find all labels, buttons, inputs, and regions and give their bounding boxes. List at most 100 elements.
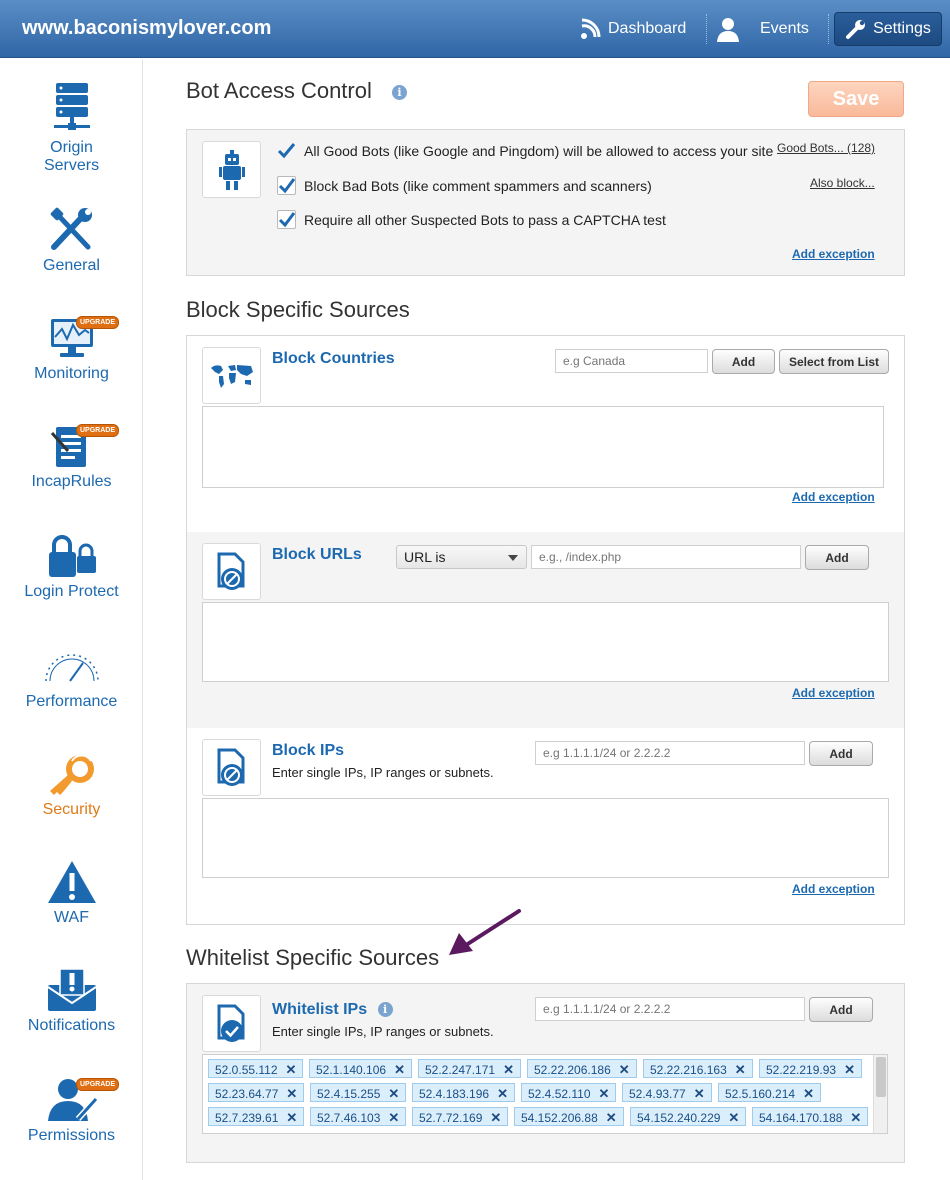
- block-bad-bots-checkbox[interactable]: [277, 176, 296, 195]
- whitelist-ip-tag: 52.7.239.61 ✕: [208, 1107, 305, 1126]
- nav-settings-label: Settings: [873, 20, 931, 37]
- approved-file-icon: [217, 1004, 244, 1042]
- sidebar-item-label: Performance: [25, 693, 118, 710]
- ip-tag-label: 52.4.183.196: [419, 1087, 490, 1101]
- select-from-list-button[interactable]: Select from List: [779, 349, 889, 374]
- sidebar-item-incaprules[interactable]: UPGRADE IncapRules: [0, 423, 143, 491]
- sidebar-item-label: IncapRules: [31, 473, 112, 490]
- whitelist-ip-tag: 52.22.216.163 ✕: [643, 1059, 753, 1078]
- whitelist-ip-tag: 52.23.64.77 ✕: [208, 1083, 305, 1102]
- checkmark-icon: [277, 143, 296, 159]
- remove-ip-icon[interactable]: ✕: [599, 1086, 610, 1101]
- block-ip-icon-box: [202, 739, 261, 796]
- site-title[interactable]: www.baconismylover.com: [22, 17, 271, 40]
- sidebar-item-security[interactable]: Security: [0, 751, 143, 819]
- remove-ip-icon[interactable]: ✕: [735, 1062, 746, 1077]
- ip-tag-label: 52.4.52.110: [528, 1087, 591, 1101]
- url-input[interactable]: [531, 545, 801, 569]
- info-icon[interactable]: i: [392, 84, 407, 100]
- vertical-scrollbar[interactable]: [873, 1055, 887, 1133]
- remove-ip-icon[interactable]: ✕: [286, 1062, 297, 1077]
- sidebar-item-waf[interactable]: WAF: [0, 859, 143, 927]
- countries-list-area[interactable]: [202, 406, 884, 488]
- add-block-ip-button[interactable]: Add: [809, 741, 873, 766]
- remove-ip-icon[interactable]: ✕: [286, 1110, 297, 1125]
- nav-separator: [828, 14, 829, 44]
- nav-dashboard[interactable]: Dashboard: [578, 12, 696, 46]
- remove-ip-icon[interactable]: ✕: [619, 1062, 630, 1077]
- bad-bots-row: Block Bad Bots (like comment spammers an…: [277, 176, 652, 195]
- sidebar-item-performance[interactable]: Performance: [0, 643, 143, 711]
- add-country-button[interactable]: Add: [712, 349, 775, 374]
- info-icon[interactable]: i: [377, 1002, 393, 1018]
- sidebar: Origin Servers General UPGRADE Monitorin…: [0, 59, 143, 1180]
- suspected-bots-row: Require all other Suspected Bots to pass…: [277, 210, 666, 229]
- remove-ip-icon[interactable]: ✕: [694, 1086, 705, 1101]
- sidebar-item-notifications[interactable]: Notifications: [0, 967, 143, 1035]
- ip-tag-label: 54.152.206.88: [521, 1111, 598, 1125]
- add-exception-link[interactable]: Add exception: [792, 686, 875, 700]
- sidebar-item-monitoring[interactable]: UPGRADE Monitoring: [0, 315, 143, 383]
- nav-events[interactable]: Events: [716, 12, 824, 46]
- remove-ip-icon[interactable]: ✕: [394, 1062, 405, 1077]
- wrench-icon: [846, 20, 866, 39]
- save-button[interactable]: Save: [808, 81, 904, 117]
- sidebar-item-login-protect[interactable]: Login Protect: [0, 533, 143, 601]
- user-icon: [717, 18, 739, 42]
- gauge-icon: [44, 654, 99, 682]
- ip-tag-label: 52.4.15.255: [317, 1087, 381, 1101]
- add-exception-link[interactable]: Add exception: [792, 490, 875, 504]
- upgrade-badge[interactable]: UPGRADE: [76, 424, 120, 437]
- sidebar-item-permissions[interactable]: UPGRADE Permissions: [0, 1077, 143, 1145]
- remove-ip-icon[interactable]: ✕: [490, 1110, 501, 1125]
- ip-tag-label: 52.2.247.171: [425, 1063, 496, 1077]
- bad-bots-label: Block Bad Bots (like comment spammers an…: [304, 177, 652, 194]
- block-ip-input[interactable]: [535, 741, 805, 765]
- remove-ip-icon[interactable]: ✕: [503, 1062, 514, 1077]
- good-bots-label: All Good Bots (like Google and Pingdom) …: [304, 142, 774, 159]
- remove-ip-icon[interactable]: ✕: [803, 1086, 814, 1101]
- sidebar-item-label: Security: [42, 801, 101, 818]
- whitelist-ip-tag: 54.152.206.88 ✕: [514, 1107, 624, 1126]
- remove-ip-icon[interactable]: ✕: [728, 1110, 739, 1125]
- scrollbar-thumb[interactable]: [876, 1057, 886, 1097]
- add-url-button[interactable]: Add: [805, 545, 869, 570]
- sidebar-item-label: WAF: [54, 909, 89, 926]
- server-icon: [53, 83, 90, 130]
- add-exception-link[interactable]: Add exception: [792, 882, 875, 896]
- robot-icon-box: [202, 141, 261, 198]
- ip-tag-label: 52.4.93.77: [629, 1087, 686, 1101]
- upgrade-badge[interactable]: UPGRADE: [76, 316, 120, 329]
- block-ips-list-area[interactable]: [202, 798, 889, 878]
- ip-tag-label: 52.7.72.169: [419, 1111, 483, 1125]
- upgrade-badge[interactable]: UPGRADE: [76, 1078, 120, 1091]
- remove-ip-icon[interactable]: ✕: [606, 1110, 617, 1125]
- whitelist-ip-input[interactable]: [535, 997, 805, 1021]
- security-key-icon: [49, 754, 94, 795]
- whitelist-ips-list-area[interactable]: 52.0.55.112 ✕ 52.1.140.106 ✕ 52.2.247.171 ✕ 52…: [202, 1054, 888, 1134]
- sidebar-item-general[interactable]: General: [0, 207, 143, 275]
- sidebar-item-origin-servers[interactable]: Origin Servers: [0, 81, 143, 175]
- chevron-down-icon: [508, 555, 518, 561]
- remove-ip-icon[interactable]: ✕: [850, 1110, 861, 1125]
- captcha-checkbox[interactable]: [277, 210, 296, 229]
- block-sources-title: Block Specific Sources: [186, 297, 410, 322]
- urls-list-area[interactable]: [202, 602, 889, 682]
- url-match-select[interactable]: URL is: [396, 545, 527, 569]
- remove-ip-icon[interactable]: ✕: [286, 1086, 297, 1101]
- whitelist-ip-tag: 52.4.93.77 ✕: [622, 1083, 712, 1102]
- remove-ip-icon[interactable]: ✕: [844, 1062, 855, 1077]
- also-block-link[interactable]: Also block...: [810, 176, 875, 190]
- pointer-arrow-icon: [449, 909, 521, 955]
- good-bots-link[interactable]: Good Bots... (128): [777, 141, 875, 155]
- good-bots-checkmark[interactable]: [277, 141, 296, 160]
- remove-ip-icon[interactable]: ✕: [388, 1086, 399, 1101]
- whitelist-icon-box: [202, 995, 261, 1052]
- remove-ip-icon[interactable]: ✕: [388, 1110, 399, 1125]
- remove-ip-icon[interactable]: ✕: [497, 1086, 508, 1101]
- nav-settings[interactable]: Settings: [834, 12, 942, 46]
- add-exception-link[interactable]: Add exception: [792, 247, 875, 261]
- add-whitelist-ip-button[interactable]: Add: [809, 997, 873, 1022]
- country-input[interactable]: [555, 349, 708, 373]
- whitelist-ip-tag: 54.152.240.229 ✕: [630, 1107, 747, 1126]
